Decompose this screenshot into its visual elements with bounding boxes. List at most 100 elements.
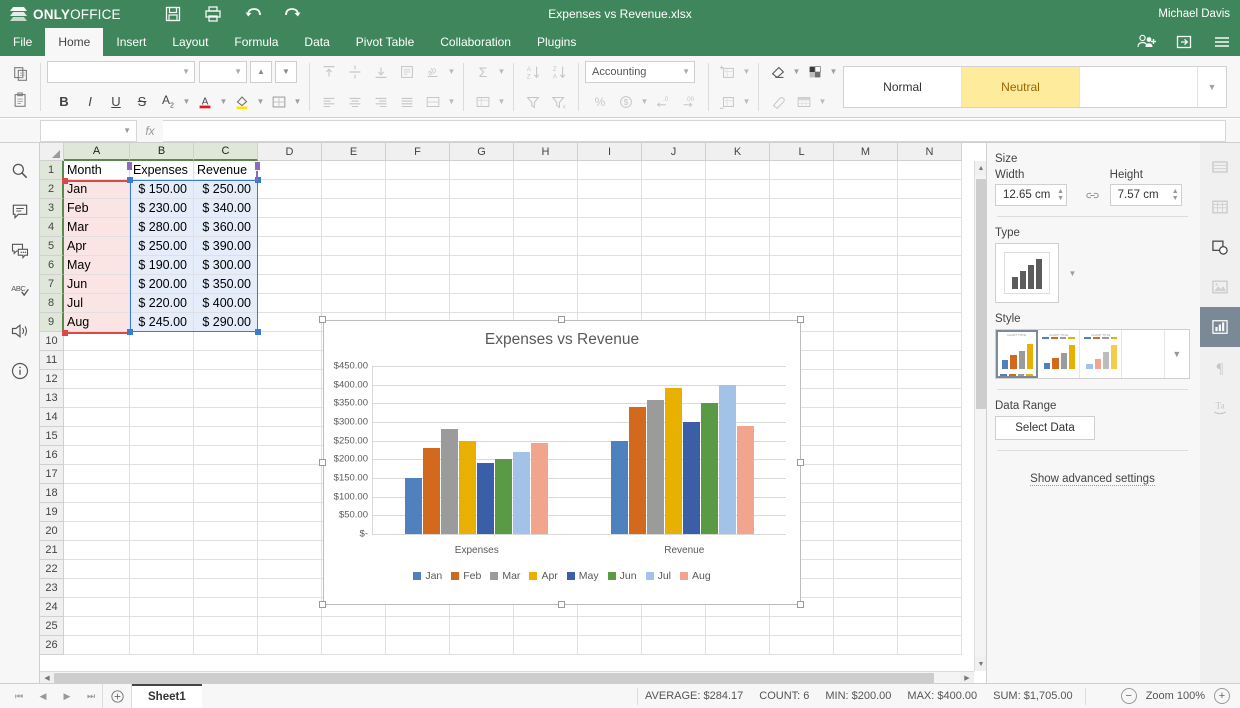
chevron-down-icon[interactable]: ▼ [496,61,507,83]
cell-I3[interactable] [578,199,642,218]
row-header-13[interactable]: 13 [40,389,64,408]
percent-style-button[interactable]: % [587,90,613,114]
cell-C8[interactable]: $ 400.00 [194,294,258,313]
formula-input[interactable] [163,119,1226,142]
cell-C5[interactable]: $ 390.00 [194,237,258,256]
sheet-tab-sheet1[interactable]: Sheet1 [132,683,202,708]
cell-D1[interactable] [258,161,322,180]
cell-N10[interactable] [898,332,962,351]
bar-jul-revenue[interactable] [719,384,737,534]
cell-D20[interactable] [258,522,322,541]
cell-B16[interactable] [130,446,194,465]
cell-N12[interactable] [898,370,962,389]
cell-F3[interactable] [386,199,450,218]
chart-resize-handle-3[interactable] [319,458,326,466]
italic-button[interactable]: I [77,90,103,114]
cell-J25[interactable] [642,617,706,636]
cell-C24[interactable] [194,598,258,617]
cell-F7[interactable] [386,275,450,294]
cell-M5[interactable] [834,237,898,256]
cell-A12[interactable] [64,370,130,389]
cell-C12[interactable] [194,370,258,389]
cell-settings-icon[interactable] [1200,147,1240,187]
cell-L2[interactable] [770,180,834,199]
insert-function-icon[interactable]: fx [137,119,163,142]
align-middle-button[interactable] [342,60,368,84]
bar-apr-revenue[interactable] [665,388,683,534]
bar-jan-revenue[interactable] [611,440,629,534]
font-size-combo[interactable]: ▼ [199,60,247,83]
cell-F26[interactable] [386,636,450,655]
cell-B5[interactable]: $ 250.00 [130,237,194,256]
cell-E2[interactable] [322,180,386,199]
insert-cells-button[interactable] [715,60,741,84]
save-icon[interactable] [163,4,183,24]
chevron-down-icon[interactable]: ▼ [741,91,752,113]
cell-A13[interactable] [64,389,130,408]
bar-jan-expenses[interactable] [404,478,422,534]
align-top-button[interactable] [316,60,342,84]
cell-N23[interactable] [898,579,962,598]
number-format-combo[interactable]: Accounting ▼ [585,60,695,83]
cell-E5[interactable] [322,237,386,256]
cell-M22[interactable] [834,560,898,579]
cell-N25[interactable] [898,617,962,636]
style-neutral[interactable]: Neutral [962,66,1080,107]
cell-B23[interactable] [130,579,194,598]
cell-G26[interactable] [450,636,514,655]
scroll-up-icon[interactable]: ▲ [975,161,986,175]
chart-style-2[interactable]: CHART TITLE [1038,330,1081,378]
chevron-down-icon[interactable]: ▼ [292,91,303,113]
cell-G7[interactable] [450,275,514,294]
font-name-combo[interactable]: ▼ [47,60,195,83]
cell-N1[interactable] [898,161,962,180]
cell-D11[interactable] [258,351,322,370]
tab-collaboration[interactable]: Collaboration [427,28,524,56]
chart-resize-handle-1[interactable] [558,316,565,323]
cell-B22[interactable] [130,560,194,579]
cell-D18[interactable] [258,484,322,503]
cell-N16[interactable] [898,446,962,465]
bar-aug-revenue[interactable] [737,425,755,534]
cell-K8[interactable] [706,294,770,313]
legend-item-aug[interactable]: Aug [680,570,711,582]
align-left-button[interactable] [316,90,342,114]
zoom-level-label[interactable]: Zoom 100% [1146,690,1205,702]
row-header-12[interactable]: 12 [40,370,64,389]
cell-A17[interactable] [64,465,130,484]
wrap-text-button[interactable] [394,60,420,84]
paragraph-settings-icon[interactable]: ¶ [1200,347,1240,387]
search-icon[interactable] [1,151,39,191]
cell-B26[interactable] [130,636,194,655]
cell-I26[interactable] [578,636,642,655]
cell-B12[interactable] [130,370,194,389]
cell-H6[interactable] [514,256,578,275]
legend-item-mar[interactable]: Mar [490,570,520,582]
chevron-down-icon[interactable]: ▼ [446,91,457,113]
cell-K1[interactable] [706,161,770,180]
cell-F4[interactable] [386,218,450,237]
cell-L3[interactable] [770,199,834,218]
cell-J1[interactable] [642,161,706,180]
bar-feb-revenue[interactable] [629,407,647,534]
cell-J4[interactable] [642,218,706,237]
spellcheck-icon[interactable]: ABC [1,271,39,311]
cell-D26[interactable] [258,636,322,655]
row-header-1[interactable]: 1 [40,161,64,180]
cell-G1[interactable] [450,161,514,180]
cell-F5[interactable] [386,237,450,256]
cell-M17[interactable] [834,465,898,484]
cell-C18[interactable] [194,484,258,503]
cell-D4[interactable] [258,218,322,237]
cell-C25[interactable] [194,617,258,636]
cell-L1[interactable] [770,161,834,180]
cell-M13[interactable] [834,389,898,408]
row-header-7[interactable]: 7 [40,275,64,294]
decrease-decimal-button[interactable]: .0 [650,90,676,114]
cell-K3[interactable] [706,199,770,218]
strikethrough-button[interactable]: S [129,90,155,114]
cell-A22[interactable] [64,560,130,579]
chart-style-1[interactable]: CHART TITLE [996,330,1039,378]
chevron-down-icon[interactable]: ▼ [791,61,802,83]
format-as-table-button[interactable] [791,90,817,114]
